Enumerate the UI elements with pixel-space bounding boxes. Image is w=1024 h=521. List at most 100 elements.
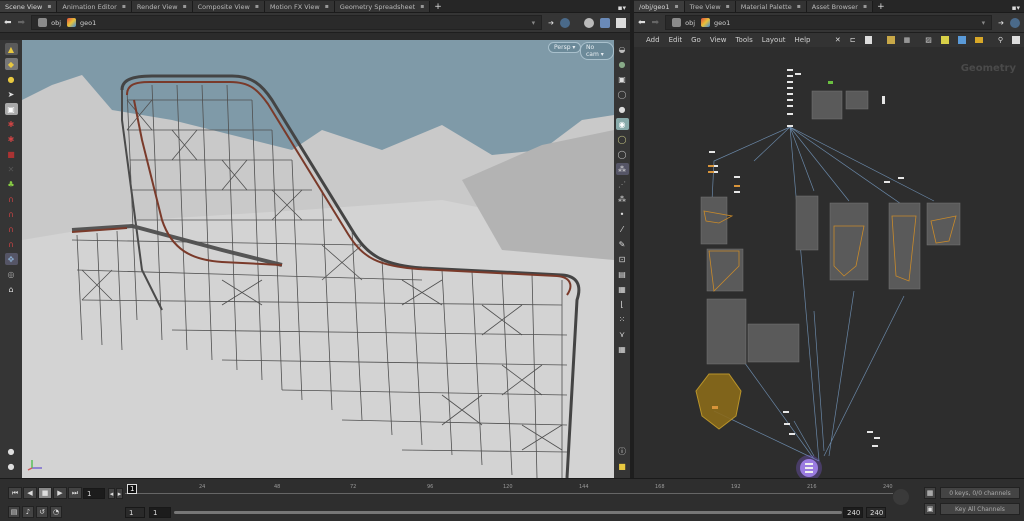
magnet-large-icon[interactable]: ∩ <box>5 238 18 250</box>
lock-icon[interactable]: ▣ <box>4 103 18 115</box>
pin-icon[interactable]: ➔ <box>548 19 554 27</box>
help-icon[interactable] <box>1010 17 1020 28</box>
network-canvas[interactable]: Geometry <box>634 61 1024 478</box>
range-slider[interactable] <box>174 511 842 514</box>
loop-icon[interactable]: ↺ <box>36 506 48 518</box>
crumb-obj[interactable]: obj <box>38 18 61 27</box>
back-arrow-icon[interactable]: ⬅ <box>638 18 646 28</box>
menu-edit[interactable]: Edit <box>669 36 683 44</box>
step-back-button[interactable]: ◂ <box>108 488 115 499</box>
snap-prim-icon[interactable]: ✱ <box>5 133 18 145</box>
global-animation-options-icon[interactable]: ▤ <box>8 506 20 518</box>
audio-icon[interactable]: ♪ <box>22 506 34 518</box>
range-start-field-2[interactable]: 1 <box>149 507 171 518</box>
key-icon[interactable]: ▣ <box>924 503 936 515</box>
magnet-grid-icon[interactable]: ∩ <box>5 193 18 205</box>
tab-menu-icon[interactable]: ▪ <box>325 3 329 10</box>
menu-go[interactable]: Go <box>691 36 701 44</box>
snap-multi-icon[interactable]: ✕ <box>5 163 18 175</box>
viewport-layout-icon[interactable] <box>616 17 626 28</box>
tab-composite-view[interactable]: Composite View ▪ <box>192 1 265 12</box>
handle-icon[interactable]: ● <box>5 73 18 85</box>
range-end-field-2[interactable]: 240 <box>866 507 886 518</box>
bounding-icon[interactable]: ▤ <box>616 268 629 280</box>
jump-start-button[interactable]: ⏮ <box>8 487 22 499</box>
view-tool-icon[interactable]: ◆ <box>4 58 18 70</box>
dot-icon[interactable]: • <box>616 208 629 220</box>
tab-material-palette[interactable]: Material Palette ▪ <box>735 1 807 12</box>
select-arrow-icon[interactable]: ➤ <box>5 88 18 100</box>
orbit-icon[interactable]: ◎ <box>5 268 18 280</box>
dots-icon[interactable] <box>974 37 983 43</box>
guide-icon[interactable]: ⌊ <box>616 298 629 310</box>
tab-scene-view[interactable]: Scene View ▪ <box>0 1 58 12</box>
crumb-geo1[interactable]: geo1 <box>701 18 730 27</box>
tab-render-view[interactable]: Render View ▪ <box>131 1 193 12</box>
tab-menu-icon[interactable]: ▪ <box>420 3 424 10</box>
tab-tree-view[interactable]: Tree View ▪ <box>684 1 736 12</box>
step-forward-button[interactable]: ▸ <box>116 488 123 499</box>
tab-motion-fx-view[interactable]: Motion FX View ▪ <box>264 1 335 12</box>
menu-view[interactable]: View <box>710 36 727 44</box>
key-scope-icon[interactable] <box>893 489 909 505</box>
help-icon[interactable] <box>560 17 570 28</box>
info-icon[interactable]: ⓘ <box>616 445 629 457</box>
range-end-field[interactable]: 240 <box>843 507 863 518</box>
ghost-icon[interactable]: ● <box>616 58 629 70</box>
play-button[interactable]: ▶ <box>53 487 67 499</box>
tab-obj-geo1[interactable]: /obj/geo1 ▪ <box>634 1 685 12</box>
display-points-icon[interactable]: ⁂ <box>615 163 629 175</box>
particles-icon[interactable]: ⁙ <box>616 313 629 325</box>
uv-icon[interactable]: ⊡ <box>616 253 629 265</box>
camera-view-icon[interactable] <box>600 17 610 28</box>
play-reverse-button[interactable]: ◀ <box>23 487 37 499</box>
vector-icon[interactable]: ⁄ <box>616 223 629 235</box>
tab-menu-icon[interactable]: ▪ <box>863 3 867 10</box>
camera-menu[interactable]: No cam ▾ <box>580 42 614 60</box>
tab-menu-icon[interactable]: ▪ <box>183 3 187 10</box>
wrench-icon[interactable]: ✕ <box>835 36 841 44</box>
tab-menu-icon[interactable]: ▪ <box>122 3 126 10</box>
image-icon[interactable] <box>957 36 966 44</box>
light-icon[interactable]: ◯ <box>616 88 629 100</box>
timeline-ruler[interactable]: 1 24 48 72 96 120 144 168 192 216 240 <box>125 481 893 503</box>
tab-menu-icon[interactable]: ▪ <box>797 3 801 10</box>
grid-view-icon[interactable] <box>886 36 895 44</box>
menu-add[interactable]: Add <box>646 36 660 44</box>
crumb-geo1[interactable]: geo1 <box>67 18 96 27</box>
current-frame-field[interactable]: 1 <box>83 488 105 499</box>
pin-icon[interactable]: ➔ <box>998 19 1004 27</box>
dopesheet-icon[interactable]: ▦ <box>924 487 936 499</box>
lock-camera-icon[interactable]: ▣ <box>616 73 629 85</box>
parameters-icon[interactable] <box>1012 36 1020 44</box>
back-arrow-icon[interactable]: ⬅ <box>4 18 12 28</box>
persp-menu[interactable]: Persp ▾ <box>548 42 582 53</box>
menu-help[interactable]: Help <box>795 36 811 44</box>
forward-arrow-icon[interactable]: ➡ <box>18 18 26 28</box>
transform-handle-icon[interactable]: ✥ <box>4 253 18 265</box>
viewport[interactable]: Persp ▾ No cam ▾ <box>22 40 614 478</box>
network-box-icon[interactable]: ▨ <box>925 36 932 44</box>
branch-icon[interactable]: ⋎ <box>616 328 629 340</box>
tab-menu-icon[interactable]: ▪ <box>47 3 51 10</box>
path-dropdown-icon[interactable]: ▾ <box>532 19 536 27</box>
frame-marker[interactable]: 1 <box>127 484 138 494</box>
tab-menu-icon[interactable]: ▪ <box>255 3 259 10</box>
menu-layout[interactable]: Layout <box>762 36 786 44</box>
magnet-curve-icon[interactable]: ∩ <box>5 223 18 235</box>
range-start-field[interactable]: 1 <box>125 507 145 518</box>
snapshot-icon[interactable]: ● <box>5 445 18 457</box>
jump-end-button[interactable]: ⏭ <box>68 487 82 499</box>
background-icon[interactable]: ● <box>5 460 18 472</box>
pane-menu-icon[interactable]: ▪▾ <box>1008 4 1024 12</box>
add-tab-icon[interactable]: + <box>430 2 446 12</box>
render-region-icon[interactable]: ⌂ <box>5 283 18 295</box>
shaded-icon[interactable]: ● <box>616 103 629 115</box>
normals-icon[interactable]: ⁂ <box>616 193 629 205</box>
tab-geometry-spreadsheet[interactable]: Geometry Spreadsheet ▪ <box>334 1 431 12</box>
snap-point-icon[interactable]: ■ <box>5 148 18 160</box>
magnet-icon[interactable]: ∩ <box>5 208 18 220</box>
note-icon[interactable] <box>940 36 949 44</box>
tab-menu-icon[interactable]: ▪ <box>726 3 730 10</box>
search-icon[interactable]: ⚲ <box>998 36 1003 44</box>
